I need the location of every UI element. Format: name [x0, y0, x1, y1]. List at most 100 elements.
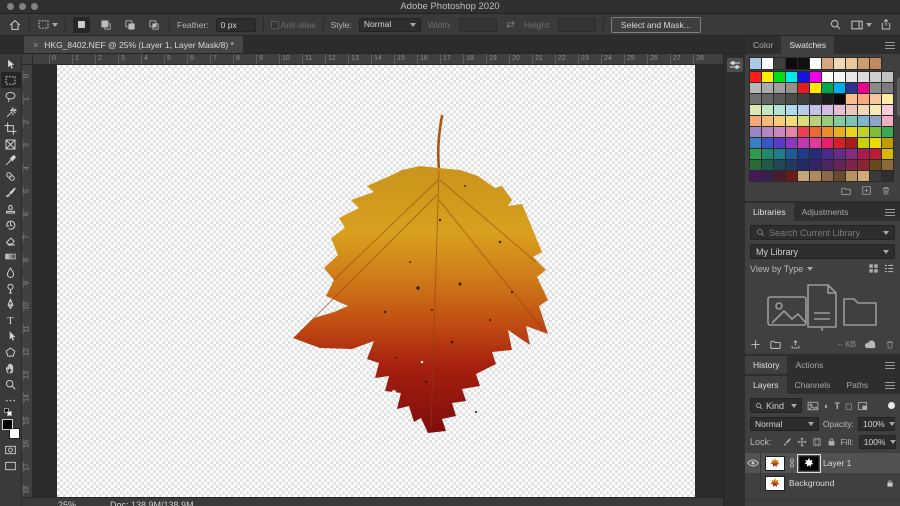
- swatch[interactable]: [761, 148, 774, 160]
- shape-tool[interactable]: [1, 344, 21, 360]
- document-size[interactable]: Doc: 138.9M/138.9M: [110, 498, 194, 506]
- lock-pixels-brush-icon[interactable]: [782, 437, 792, 447]
- document-tab[interactable]: × HKG_8402.NEF @ 25% (Layer 1, Layer Mas…: [24, 36, 243, 53]
- path-selection-tool[interactable]: [1, 328, 21, 344]
- swatch[interactable]: [821, 115, 834, 127]
- swatch[interactable]: [845, 104, 858, 116]
- lock-all-icon[interactable]: [827, 437, 836, 447]
- gradient-tool[interactable]: [1, 248, 21, 264]
- swatch[interactable]: [749, 115, 762, 127]
- swatch[interactable]: [809, 115, 822, 127]
- spot-healing-tool[interactable]: [1, 168, 21, 184]
- swatch[interactable]: [857, 104, 870, 116]
- visibility-eye-toggle[interactable]: [745, 453, 761, 473]
- swatch[interactable]: [857, 71, 870, 83]
- swatch[interactable]: [773, 170, 786, 182]
- swatch[interactable]: [749, 104, 762, 116]
- swatch[interactable]: [833, 115, 846, 127]
- tab-channels[interactable]: Channels: [787, 376, 839, 394]
- recent-swatch[interactable]: [869, 57, 882, 70]
- swatch[interactable]: [857, 148, 870, 160]
- dodge-tool[interactable]: [1, 280, 21, 296]
- filter-type-layers-icon[interactable]: T: [834, 401, 840, 411]
- blur-tool[interactable]: [1, 264, 21, 280]
- swatch[interactable]: [797, 137, 810, 149]
- style-select[interactable]: Normal: [358, 17, 421, 32]
- swatch[interactable]: [845, 115, 858, 127]
- swatch[interactable]: [773, 137, 786, 149]
- layer-thumbnail[interactable]: [765, 475, 785, 491]
- swatch[interactable]: [869, 159, 882, 171]
- swatch[interactable]: [821, 170, 834, 182]
- swatch[interactable]: [881, 71, 894, 83]
- swatch[interactable]: [821, 104, 834, 116]
- layer-row-background[interactable]: Background: [745, 473, 900, 493]
- swatch[interactable]: [749, 82, 762, 94]
- swatch[interactable]: [773, 82, 786, 94]
- swatch[interactable]: [761, 71, 774, 83]
- swatch[interactable]: [809, 148, 822, 160]
- swatch[interactable]: [761, 104, 774, 116]
- swatch[interactable]: [785, 82, 798, 94]
- swatch[interactable]: [869, 104, 882, 116]
- close-tab-icon[interactable]: ×: [33, 40, 38, 50]
- swatch[interactable]: [857, 126, 870, 138]
- magic-wand-tool[interactable]: [1, 104, 21, 120]
- tab-color[interactable]: Color: [745, 36, 781, 54]
- swatch[interactable]: [881, 170, 894, 182]
- panel-menu-icon[interactable]: [885, 207, 895, 218]
- panel-menu-icon[interactable]: [885, 40, 895, 51]
- swatch[interactable]: [749, 159, 762, 171]
- library-upload-icon[interactable]: [790, 339, 801, 350]
- swatch[interactable]: [821, 148, 834, 160]
- ruler-origin-corner[interactable]: [22, 54, 33, 65]
- swatch[interactable]: [869, 115, 882, 127]
- screen-mode-button[interactable]: [1, 458, 21, 474]
- swatch[interactable]: [821, 137, 834, 149]
- recent-swatch[interactable]: [773, 57, 786, 70]
- blend-mode-select[interactable]: Normal: [750, 417, 819, 431]
- swatch[interactable]: [869, 137, 882, 149]
- swatch[interactable]: [821, 93, 834, 105]
- swatch[interactable]: [761, 82, 774, 94]
- swatch[interactable]: [797, 115, 810, 127]
- swatch[interactable]: [797, 148, 810, 160]
- swatch[interactable]: [881, 126, 894, 138]
- swatch[interactable]: [785, 148, 798, 160]
- document-canvas[interactable]: [57, 65, 695, 497]
- filter-adjustment-layers-icon[interactable]: ◐: [824, 401, 829, 411]
- filter-pixel-layers-icon[interactable]: [807, 401, 819, 411]
- swatch[interactable]: [869, 82, 882, 94]
- swatch[interactable]: [761, 126, 774, 138]
- recent-swatch[interactable]: [845, 57, 858, 70]
- layer-name[interactable]: Layer 1: [823, 458, 851, 468]
- swatch[interactable]: [785, 71, 798, 83]
- swatch[interactable]: [833, 126, 846, 138]
- grid-view-icon[interactable]: [868, 263, 879, 274]
- swatch[interactable]: [749, 71, 762, 83]
- selection-mode-intersect[interactable]: [145, 17, 162, 33]
- crop-tool[interactable]: [1, 120, 21, 136]
- fill-select[interactable]: 100%: [858, 435, 896, 449]
- swatch[interactable]: [845, 71, 858, 83]
- swatch[interactable]: [845, 93, 858, 105]
- share-icon[interactable]: [880, 18, 892, 31]
- swatch[interactable]: [821, 71, 834, 83]
- foreground-background-swatches[interactable]: [1, 419, 20, 439]
- collapsed-panel-sliders-icon[interactable]: [726, 58, 743, 72]
- clone-stamp-tool[interactable]: [1, 200, 21, 216]
- ruler-left[interactable]: 0 1 2 3 4 5 6 7 8 9 10 11 12 13 14 15 16 17 18: [22, 65, 33, 497]
- swatch[interactable]: [881, 93, 894, 105]
- swatch[interactable]: [857, 93, 870, 105]
- swatch[interactable]: [881, 137, 894, 149]
- ellipsis-tool[interactable]: [1, 392, 21, 408]
- tab-paths[interactable]: Paths: [838, 376, 876, 394]
- swatch[interactable]: [749, 148, 762, 160]
- swatch[interactable]: [881, 104, 894, 116]
- foreground-color-swatch[interactable]: [1, 419, 13, 430]
- swatch[interactable]: [869, 170, 882, 182]
- eraser-tool[interactable]: [1, 232, 21, 248]
- home-icon[interactable]: [8, 18, 22, 32]
- recent-swatch[interactable]: [833, 57, 846, 70]
- tab-layers[interactable]: Layers: [745, 376, 787, 394]
